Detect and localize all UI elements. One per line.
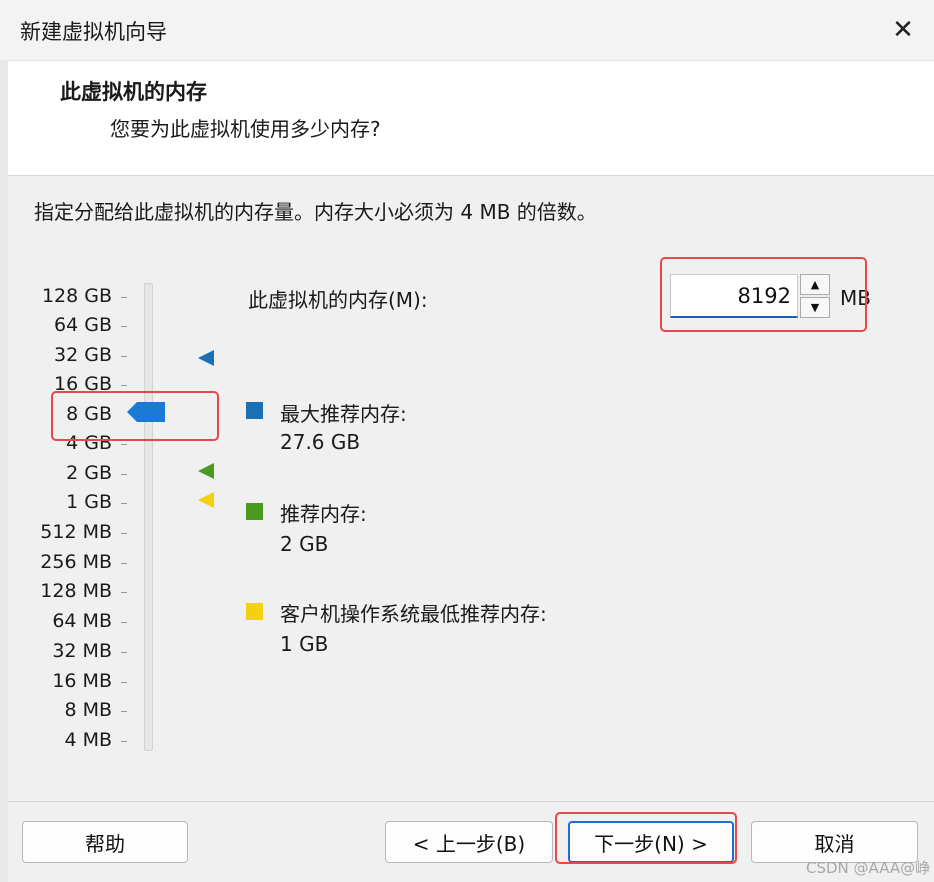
scale-label: 32 MB (52, 640, 112, 662)
scale-tick (121, 356, 127, 357)
scale-tick (121, 474, 127, 475)
minimum-marker-icon (198, 492, 214, 508)
close-icon: ✕ (892, 15, 914, 45)
max-recommended-label: 最大推荐内存: (280, 402, 407, 426)
divider (8, 801, 934, 802)
scale-tick (121, 503, 127, 504)
window-edge (0, 60, 8, 882)
scale-label: 64 GB (54, 314, 112, 336)
highlight-box-slider (51, 391, 219, 441)
highlight-box-next (555, 812, 737, 864)
scale-tick (121, 444, 127, 445)
scale-label: 64 MB (52, 610, 112, 632)
scale-label: 16 MB (52, 670, 112, 692)
scale-label: 8 MB (64, 699, 112, 721)
recommended-legend-icon (246, 503, 263, 520)
scale-label: 512 MB (40, 521, 112, 543)
page-subtitle: 您要为此虚拟机使用多少内存? (110, 117, 381, 141)
help-button[interactable]: 帮助 (22, 821, 188, 863)
minimum-label: 客户机操作系统最低推荐内存: (280, 602, 547, 626)
scale-label: 128 MB (40, 580, 112, 602)
minimum-legend-icon (246, 603, 263, 620)
max-recommended-legend-icon (246, 402, 263, 419)
scale-tick (121, 682, 127, 683)
instruction-text: 指定分配给此虚拟机的内存量。内存大小必须为 4 MB 的倍数。 (34, 200, 597, 224)
scale-tick (121, 385, 127, 386)
close-button[interactable]: ✕ (880, 10, 926, 50)
window-title: 新建虚拟机向导 (20, 20, 167, 44)
scale-tick (121, 326, 127, 327)
scale-tick (121, 592, 127, 593)
scale-label: 2 GB (66, 462, 112, 484)
scale-tick (121, 711, 127, 712)
page-title: 此虚拟机的内存 (60, 80, 207, 104)
scale-tick (121, 652, 127, 653)
memory-slider-track[interactable] (144, 283, 153, 751)
scale-label: 256 MB (40, 551, 112, 573)
back-button[interactable]: < 上一步(B) (385, 821, 553, 863)
scale-label: 4 MB (64, 729, 112, 751)
scale-tick (121, 563, 127, 564)
max-recommended-marker-icon (198, 350, 214, 366)
recommended-label: 推荐内存: (280, 502, 367, 526)
scale-tick (121, 622, 127, 623)
recommended-marker-icon (198, 463, 214, 479)
scale-label: 128 GB (41, 285, 112, 307)
max-recommended-value: 27.6 GB (280, 430, 361, 454)
scale-label: 1 GB (66, 491, 112, 513)
minimum-value: 1 GB (280, 632, 329, 656)
scale-tick (121, 533, 127, 534)
memory-label: 此虚拟机的内存(M): (248, 288, 428, 312)
scale-tick (121, 297, 127, 298)
scale-label: 32 GB (54, 344, 112, 366)
scale-tick (121, 741, 127, 742)
highlight-box-memory (660, 257, 867, 332)
recommended-value: 2 GB (280, 532, 329, 556)
watermark: CSDN @AAA@峥 (806, 859, 931, 877)
